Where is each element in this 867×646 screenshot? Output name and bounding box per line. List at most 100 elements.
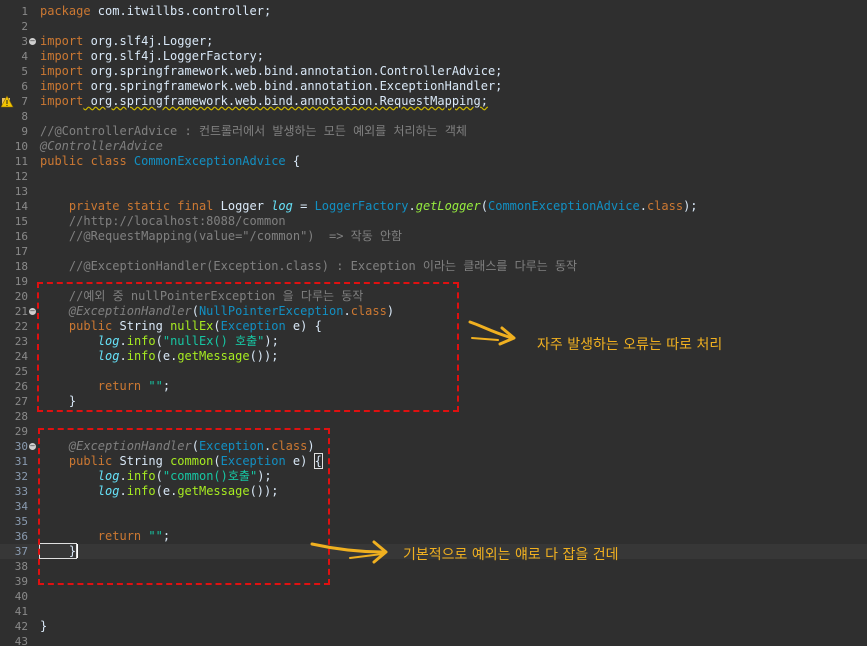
code-token: class bbox=[646, 199, 684, 213]
code-line[interactable]: 4 import org.slf4j.LoggerFactory; bbox=[0, 49, 867, 64]
highlight-box-nullpointer bbox=[37, 282, 459, 412]
fold-toggle-icon[interactable]: − bbox=[29, 443, 36, 450]
code-line[interactable]: 1 package com.itwillbs.controller; bbox=[0, 4, 867, 19]
code-token: . bbox=[639, 199, 647, 213]
line-number: 4 bbox=[21, 50, 28, 63]
code-text[interactable]: //http://localhost:8088/common bbox=[40, 214, 286, 229]
line-number: 26 bbox=[14, 380, 28, 393]
line-number: 34 bbox=[14, 500, 28, 513]
code-text[interactable]: } bbox=[40, 619, 47, 634]
line-number: 23 bbox=[14, 335, 28, 348]
arrow-icon bbox=[310, 540, 388, 564]
code-text[interactable]: //@ControllerAdvice : 컨트롤러에서 발생하는 모든 예외를… bbox=[40, 124, 467, 139]
code-line[interactable]: 8 bbox=[0, 109, 867, 124]
code-token: Logger bbox=[220, 199, 272, 213]
line-number: 35 bbox=[14, 515, 28, 528]
code-line[interactable]: 12 bbox=[0, 169, 867, 184]
fold-toggle-icon[interactable]: − bbox=[29, 308, 36, 315]
code-token: //@ExceptionHandler(Exception.class) : E… bbox=[40, 259, 578, 273]
code-token: log bbox=[271, 199, 293, 213]
code-token: org.springframework.web.bind.annotation.… bbox=[83, 64, 503, 78]
code-line[interactable]: 17 bbox=[0, 244, 867, 259]
code-text[interactable]: import org.slf4j.LoggerFactory; bbox=[40, 49, 264, 64]
code-text[interactable]: import org.springframework.web.bind.anno… bbox=[40, 94, 488, 109]
line-number: 16 bbox=[14, 230, 28, 243]
code-token: . bbox=[408, 199, 416, 213]
code-token: //http://localhost:8088/common bbox=[40, 214, 286, 228]
code-token: @ControllerAdvice bbox=[40, 139, 163, 153]
code-token: com.itwillbs.controller; bbox=[90, 4, 272, 18]
code-text[interactable]: //@ExceptionHandler(Exception.class) : E… bbox=[40, 259, 577, 274]
code-line[interactable]: 43 bbox=[0, 634, 867, 646]
code-line[interactable]: 9 //@ControllerAdvice : 컨트롤러에서 발생하는 모든 예외… bbox=[0, 124, 867, 139]
line-number: 13 bbox=[14, 185, 28, 198]
line-number: 41 bbox=[14, 605, 28, 618]
line-number: 2 bbox=[21, 20, 28, 33]
code-line[interactable]: 3− import org.slf4j.Logger; bbox=[0, 34, 867, 49]
code-token: ( bbox=[480, 199, 488, 213]
line-number: 43 bbox=[14, 635, 28, 646]
annotation-note-default-handler: 기본적으로 예외는 얘로 다 잡을 건데 bbox=[403, 547, 619, 563]
code-line[interactable]: 18 //@ExceptionHandler(Exception.class) … bbox=[0, 259, 867, 274]
arrow-icon bbox=[468, 320, 516, 346]
code-token: //@RequestMapping(value="/common") => 작동… bbox=[40, 229, 403, 243]
code-text[interactable]: @ControllerAdvice bbox=[40, 139, 163, 154]
line-number: 19 bbox=[14, 275, 28, 288]
fold-toggle-icon[interactable]: − bbox=[29, 38, 36, 45]
code-line[interactable]: 42} bbox=[0, 619, 867, 634]
code-token: CommonExceptionAdvice bbox=[133, 154, 286, 168]
line-number: 24 bbox=[14, 350, 28, 363]
code-token: org.springframework.web.bind.annotation.… bbox=[83, 94, 488, 108]
line-number: 39 bbox=[14, 575, 28, 588]
code-token: org.slf4j.Logger; bbox=[83, 34, 214, 48]
code-token: org.slf4j.LoggerFactory; bbox=[83, 49, 264, 63]
code-text[interactable]: import org.springframework.web.bind.anno… bbox=[40, 79, 502, 94]
line-number: 11 bbox=[14, 155, 28, 168]
line-number: 30 bbox=[14, 440, 28, 453]
code-line[interactable]: 11 public class CommonExceptionAdvice { bbox=[0, 154, 867, 169]
line-number: 12 bbox=[14, 170, 28, 183]
code-token: package bbox=[40, 4, 91, 18]
line-number: 38 bbox=[14, 560, 28, 573]
code-line[interactable]: 7 import org.springframework.web.bind.ann… bbox=[0, 94, 867, 109]
code-token: //@ControllerAdvice : 컨트롤러에서 발생하는 모든 예외를… bbox=[40, 124, 467, 138]
code-line[interactable]: 6 import org.springframework.web.bind.ann… bbox=[0, 79, 867, 94]
line-number: 36 bbox=[14, 530, 28, 543]
code-token: import bbox=[40, 49, 84, 63]
code-text[interactable]: import org.slf4j.Logger; bbox=[40, 34, 213, 49]
line-number: 37 bbox=[14, 545, 28, 558]
code-token: { bbox=[285, 154, 301, 168]
code-line[interactable]: 40 bbox=[0, 589, 867, 604]
line-number: 17 bbox=[14, 245, 28, 258]
line-number: 40 bbox=[14, 590, 28, 603]
line-number: 8 bbox=[21, 110, 28, 123]
code-line[interactable]: 16 //@RequestMapping(value="/common") =>… bbox=[0, 229, 867, 244]
code-text[interactable]: //@RequestMapping(value="/common") => 작동… bbox=[40, 229, 402, 244]
code-line[interactable]: 14 private static final Logger log = Log… bbox=[0, 199, 867, 214]
code-line[interactable]: 5 import org.springframework.web.bind.ann… bbox=[0, 64, 867, 79]
line-number: 5 bbox=[21, 65, 28, 78]
code-line[interactable]: 2 bbox=[0, 19, 867, 34]
line-number: 10 bbox=[14, 140, 28, 153]
code-text[interactable]: public class CommonExceptionAdvice { bbox=[40, 154, 300, 169]
code-editor[interactable]: 1 package com.itwillbs.controller; 2 3− impo… bbox=[0, 0, 867, 646]
line-number: 20 bbox=[14, 290, 28, 303]
line-number: 27 bbox=[14, 395, 28, 408]
code-line[interactable]: 15 //http://localhost:8088/common bbox=[0, 214, 867, 229]
line-number: 29 bbox=[14, 425, 28, 438]
annotation-note-frequent-errors: 자주 발생하는 오류는 따로 처리 bbox=[537, 337, 723, 353]
code-token: ); bbox=[683, 199, 698, 213]
warning-icon[interactable] bbox=[1, 95, 14, 108]
code-token: = bbox=[292, 199, 315, 213]
code-token: private static final bbox=[40, 199, 221, 213]
code-text[interactable]: import org.springframework.web.bind.anno… bbox=[40, 64, 502, 79]
line-number: 25 bbox=[14, 365, 28, 378]
code-text[interactable]: package com.itwillbs.controller; bbox=[40, 4, 271, 19]
code-line[interactable]: 10 @ControllerAdvice bbox=[0, 139, 867, 154]
code-text[interactable]: private static final Logger log = Logger… bbox=[40, 199, 698, 214]
code-line[interactable]: 13 bbox=[0, 184, 867, 199]
code-token: getLogger bbox=[415, 199, 481, 213]
code-token: public class bbox=[40, 154, 134, 168]
code-line[interactable]: 41 bbox=[0, 604, 867, 619]
highlight-box-exception bbox=[38, 428, 330, 585]
